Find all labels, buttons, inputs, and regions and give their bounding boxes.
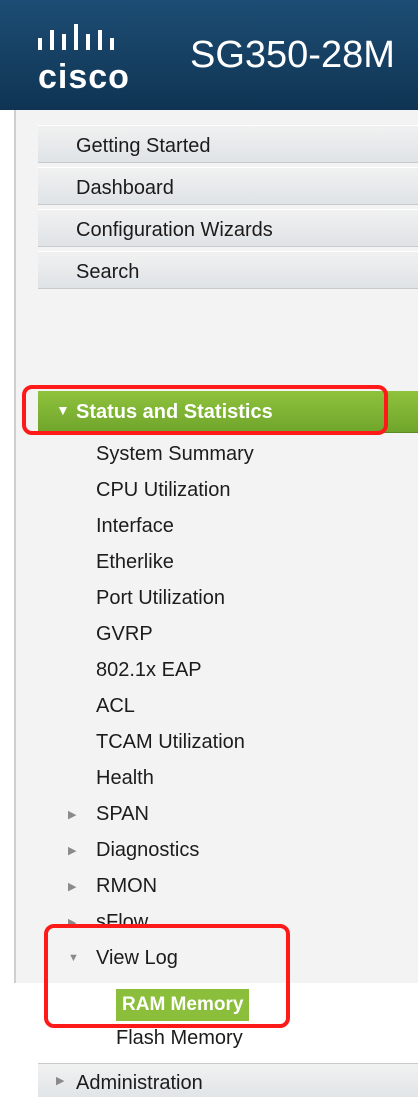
caret-right-icon: ▶ [56, 1075, 65, 1087]
nav-group-span[interactable]: SPAN [96, 803, 149, 826]
cisco-logo-icon [38, 24, 114, 50]
caret-right-icon: ▶ [68, 809, 77, 821]
nav-leaf-flash-memory[interactable]: Flash Memory [116, 1027, 243, 1050]
cisco-logo: cisco [34, 24, 164, 96]
product-name: SG350-28M [190, 34, 395, 76]
nav-item-administration[interactable]: ▶ Administration [38, 1063, 418, 1097]
nav-subitem-interface[interactable]: Interface [96, 515, 174, 538]
nav-subitem-tcam-utilization[interactable]: TCAM Utilization [96, 731, 245, 754]
caret-down-icon: ▼ [68, 952, 79, 964]
caret-right-icon: ▶ [68, 881, 77, 893]
nav-subitem-gvrp[interactable]: GVRP [96, 623, 153, 646]
nav-subitem-acl[interactable]: ACL [96, 695, 135, 718]
nav-section-label: Status and Statistics [76, 401, 273, 423]
caret-right-icon: ▶ [68, 845, 77, 857]
nav-subitem-system-summary[interactable]: System Summary [96, 443, 254, 466]
nav-leaf-ram-memory[interactable]: RAM Memory [116, 989, 250, 1021]
nav-item-getting-started[interactable]: Getting Started [38, 125, 418, 163]
nav-item-search[interactable]: Search [38, 251, 418, 289]
nav-item-label: Getting Started [76, 135, 211, 157]
nav-group-sflow[interactable]: sFlow [96, 911, 148, 934]
cisco-wordmark: cisco [38, 58, 130, 96]
nav-subitem-port-utilization[interactable]: Port Utilization [96, 587, 225, 610]
nav-subitem-health[interactable]: Health [96, 767, 154, 790]
left-navigation: Getting Started Dashboard Configuration … [14, 110, 418, 1097]
nav-item-label: Administration [76, 1072, 203, 1094]
nav-section-status-and-statistics[interactable]: ▼ Status and Statistics [38, 391, 418, 433]
nav-group-diagnostics[interactable]: Diagnostics [96, 839, 199, 862]
nav-subitem-8021x-eap[interactable]: 802.1x EAP [96, 659, 202, 682]
nav-group-view-log[interactable]: View Log [96, 947, 178, 970]
app-header: cisco SG350-28M [0, 0, 418, 110]
nav-item-label: Dashboard [76, 177, 174, 199]
nav-subitem-etherlike[interactable]: Etherlike [96, 551, 174, 574]
nav-group-rmon[interactable]: RMON [96, 875, 157, 898]
nav-item-label: Search [76, 261, 140, 283]
nav-item-dashboard[interactable]: Dashboard [38, 167, 418, 205]
nav-item-configuration-wizards[interactable]: Configuration Wizards [38, 209, 418, 247]
caret-right-icon: ▶ [68, 917, 77, 929]
nav-subitem-cpu-utilization[interactable]: CPU Utilization [96, 479, 230, 502]
caret-down-icon: ▼ [56, 402, 70, 418]
nav-item-label: Configuration Wizards [76, 219, 273, 241]
